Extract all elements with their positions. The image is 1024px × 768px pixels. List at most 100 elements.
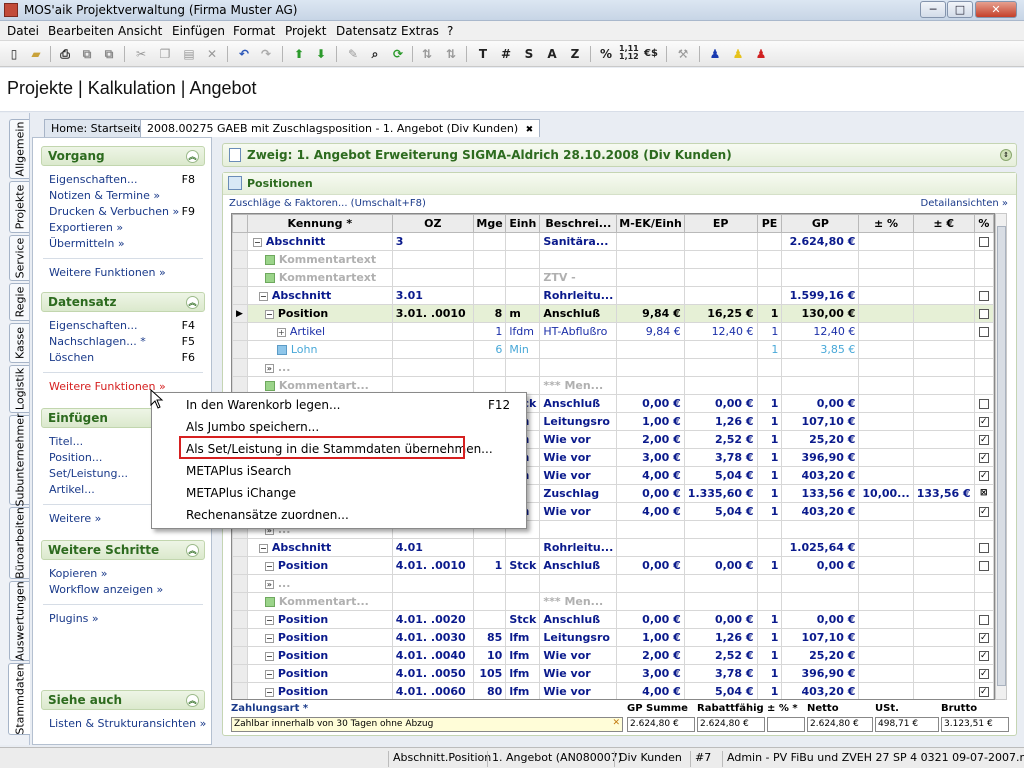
cell-mek[interactable]: 0,00 € [616, 394, 685, 413]
cell-percent-flag[interactable]: ✓ [973, 628, 994, 647]
cell-mek[interactable] [616, 574, 685, 593]
cell-einh[interactable]: lfm [505, 628, 541, 647]
cell-oz[interactable] [391, 592, 474, 611]
cell-percent-flag[interactable] [973, 232, 994, 251]
column-header[interactable]: Kennung * [246, 214, 393, 233]
cell-pp[interactable] [858, 322, 914, 341]
format-hash-button[interactable]: # [497, 45, 515, 63]
cell-beschr[interactable]: Rohrleitu... [539, 286, 618, 305]
cell-pe2[interactable] [912, 394, 975, 413]
link-kopieren[interactable]: Kopieren » [41, 566, 205, 582]
maximize-button[interactable]: □ [947, 1, 973, 18]
cell-beschr[interactable]: Wie vor [539, 664, 618, 683]
zahlungsart-field[interactable]: Zahlbar innerhalb von 30 Tagen ohne Abzu… [231, 717, 623, 732]
table-row[interactable]: − Position 4.01. .0040 10 lfm Wie vor 2,00 €2,… [232, 646, 994, 665]
cell-mek[interactable] [616, 340, 685, 359]
cell-beschr[interactable]: Wie vor [539, 448, 618, 467]
cell-kennung[interactable]: »... [246, 358, 393, 377]
cell-gp[interactable] [781, 520, 860, 539]
pencil-icon[interactable]: ✎ [344, 45, 362, 63]
cell-gp[interactable]: 1.025,64 € [781, 538, 860, 557]
cell-mek[interactable] [616, 520, 685, 539]
cell-einh[interactable] [505, 232, 541, 251]
cell-gp[interactable]: 133,56 € [781, 484, 860, 503]
vertical-scrollbar[interactable] [995, 213, 1007, 700]
collapse-icon[interactable]: − [258, 291, 268, 301]
tab-close-icon[interactable]: ✖ [526, 125, 534, 135]
cell-ep[interactable] [683, 538, 758, 557]
table-row[interactable]: − Position 4.01. .0020 Stck Anschluß 0,00 €0,… [232, 610, 994, 629]
cell-pp[interactable] [858, 448, 914, 467]
cell-oz[interactable] [391, 322, 474, 341]
cell-kennung[interactable]: − Abschnitt [246, 286, 393, 305]
cell-pe[interactable] [756, 538, 783, 557]
menu-datensatz[interactable]: Datensatz [336, 24, 397, 38]
cell-pp[interactable] [858, 232, 914, 251]
cell-gp[interactable] [781, 592, 860, 611]
checkbox-checked[interactable]: ✓ [978, 435, 989, 445]
column-header[interactable]: Mge [472, 214, 507, 233]
menu-item-jumbo[interactable]: Als Jumbo speichern... [186, 420, 319, 434]
cell-percent-flag[interactable]: ✓ [973, 466, 994, 485]
group-header[interactable]: Siehe auch ︽ [41, 690, 205, 710]
collapse-icon[interactable]: ︽ [186, 296, 199, 309]
table-row[interactable]: − Position 4.01. .0010 1 Stck Anschluß 0,00 €0… [232, 556, 994, 575]
redo-icon[interactable]: ↷ [257, 45, 275, 63]
column-header[interactable]: GP [781, 214, 860, 233]
cell-percent-flag[interactable] [973, 610, 994, 629]
cell-einh[interactable]: Min [505, 340, 541, 359]
column-header[interactable]: % [973, 214, 994, 233]
checkbox[interactable] [978, 237, 989, 247]
column-header[interactable] [232, 214, 248, 233]
cell-pe[interactable] [756, 268, 783, 287]
collapse-icon[interactable]: − [264, 633, 274, 643]
cell-mge[interactable]: 10 [472, 646, 507, 665]
cell-percent-flag[interactable] [973, 556, 994, 575]
cell-pe2[interactable] [912, 466, 975, 485]
cell-gp[interactable]: 2.624,80 € [781, 232, 860, 251]
cell-pe[interactable]: 1 [756, 466, 783, 485]
row-indicator[interactable] [232, 592, 248, 611]
percent-button[interactable]: % [597, 45, 615, 63]
column-header[interactable]: M-EK/Einh [616, 214, 685, 233]
cell-kennung[interactable]: Lohn [246, 340, 393, 359]
collapse-icon[interactable]: ︽ [186, 544, 199, 557]
cell-mek[interactable] [616, 592, 685, 611]
table-row[interactable]: − Position 4.01. .0050 105 lfm Wie vor 3,00 €3… [232, 664, 994, 683]
cell-mek[interactable] [616, 286, 685, 305]
cell-pp[interactable] [858, 358, 914, 377]
cell-pe2[interactable] [912, 250, 975, 269]
link-listen[interactable]: Listen & Strukturansichten » [41, 716, 206, 732]
cell-ep[interactable]: 2,52 € [683, 430, 758, 449]
vtab-logistik[interactable]: Logistik [9, 365, 29, 413]
cell-pe2[interactable] [912, 286, 975, 305]
cell-pp[interactable] [858, 538, 914, 557]
checkbox-checked[interactable]: ✓ [978, 651, 989, 661]
print-icon[interactable]: ⎙ [56, 45, 74, 63]
table-row[interactable]: »... [232, 358, 994, 377]
cell-beschr[interactable]: Anschluß [539, 394, 618, 413]
checkbox-checked[interactable]: ✓ [978, 669, 989, 679]
table-row[interactable]: − Abschnitt 3.01 Rohrleitu... 1.599,16 € [232, 286, 994, 305]
menu-datei[interactable]: Datei [7, 24, 39, 38]
cell-einh[interactable]: lfm [505, 664, 541, 683]
cell-gp[interactable]: 403,20 € [781, 466, 860, 485]
cell-pe2[interactable]: 133,56 € [912, 484, 975, 503]
cell-gp[interactable]: 403,20 € [781, 502, 860, 521]
link-zuschlaege[interactable]: Zuschläge & Faktoren... (Umschalt+F8) [229, 198, 426, 209]
checkbox-checked[interactable]: ✓ [978, 507, 989, 517]
cell-pe[interactable]: 1 [756, 412, 783, 431]
cell-pp[interactable] [858, 664, 914, 683]
cell-beschr[interactable]: *** Men... [539, 376, 618, 395]
cell-einh[interactable]: lfdm [505, 322, 541, 341]
cell-pp[interactable] [858, 376, 914, 395]
cell-pe2[interactable] [912, 520, 975, 539]
cell-gp[interactable]: 25,20 € [781, 646, 860, 665]
column-header[interactable]: ± € [912, 214, 975, 233]
table-row[interactable]: − Abschnitt 4.01 Rohrleitu... 1.025,64 € [232, 538, 994, 557]
more-icon[interactable]: » [264, 363, 274, 373]
table-row-selected[interactable]: ▶ − Position 3.01. .0010 8 m Anschluß 9,84 €16,… [232, 304, 994, 323]
column-header[interactable]: Einh [505, 214, 541, 233]
link-exportieren[interactable]: Exportieren » [41, 220, 205, 236]
vtab-service[interactable]: Service [9, 235, 29, 281]
